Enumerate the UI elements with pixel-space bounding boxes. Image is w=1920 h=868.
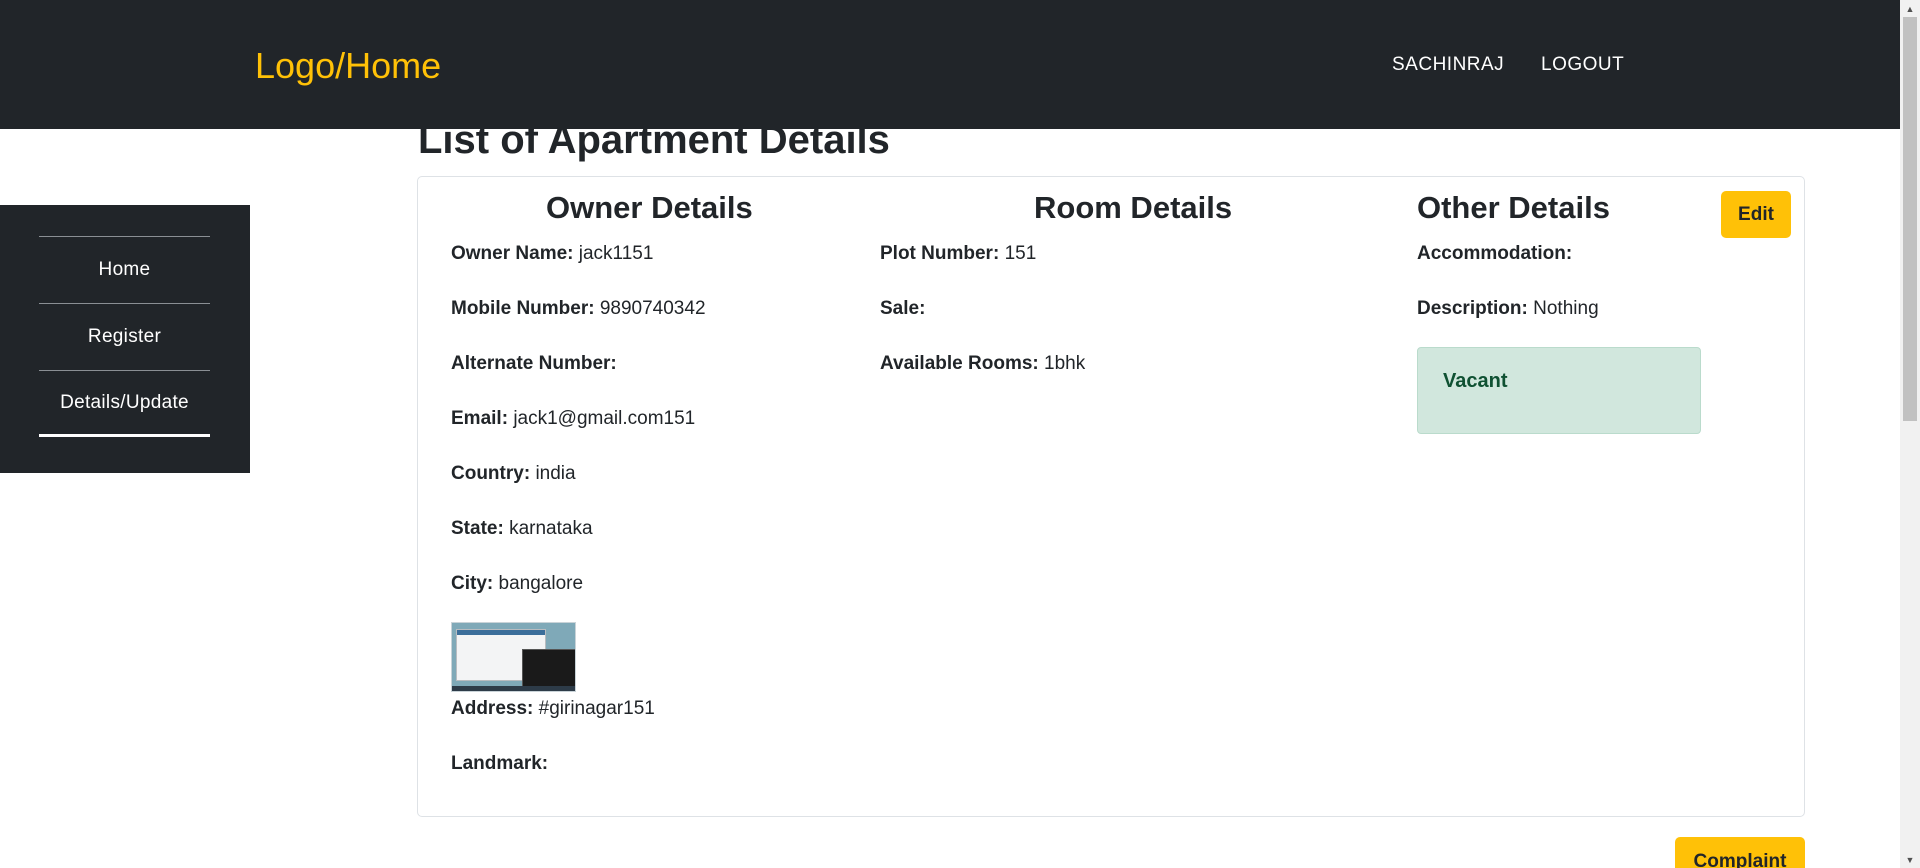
field-label: Landmark: [451, 753, 549, 774]
nav-logout-link[interactable]: LOGOUT [1541, 54, 1624, 76]
field-label: Country: [451, 463, 531, 484]
landmark-field: Landmark: [451, 753, 548, 775]
edit-button[interactable]: Edit [1721, 191, 1791, 238]
sidebar-item-details-update[interactable]: Details/Update [39, 370, 210, 437]
field-label: City: [451, 573, 494, 594]
mobile-number-field: Mobile Number: 9890740342 [451, 298, 706, 320]
field-label: Available Rooms: [880, 353, 1039, 374]
status-badge: Vacant [1443, 370, 1508, 392]
accommodation-field: Accommodation: [1417, 243, 1572, 265]
field-label: Description: [1417, 298, 1528, 319]
sidebar-item-home[interactable]: Home [39, 236, 210, 303]
other-details-heading: Other Details [1417, 190, 1610, 225]
apartment-image-thumbnail[interactable] [451, 622, 576, 692]
field-label: Address: [451, 698, 534, 719]
room-details-heading: Room Details [1034, 190, 1233, 225]
sidebar-item-label: Details/Update [60, 391, 189, 413]
available-rooms-field: Available Rooms: 1bhk [880, 353, 1085, 375]
nav-username-link[interactable]: SACHINRAJ [1392, 54, 1504, 76]
sidebar: Home Register Details/Update [0, 205, 250, 473]
field-label: Sale: [880, 298, 926, 319]
scroll-down-arrow-icon[interactable]: ▼ [1900, 851, 1920, 868]
status-alert: Vacant [1417, 347, 1701, 434]
field-value: 151 [1004, 243, 1037, 264]
description-field: Description: Nothing [1417, 298, 1599, 320]
field-label: State: [451, 518, 504, 539]
alternate-number-field: Alternate Number: [451, 353, 617, 375]
page-scrollbar[interactable]: ▲ ▼ [1900, 0, 1920, 868]
sidebar-item-label: Register [87, 326, 162, 347]
sale-field: Sale: [880, 298, 925, 320]
field-value: india [535, 463, 576, 484]
field-value: #girinagar151 [538, 698, 655, 719]
field-label: Accommodation: [1417, 243, 1573, 264]
field-value: 9890740342 [599, 298, 706, 319]
field-label: Mobile Number: [451, 298, 595, 319]
sidebar-item-register[interactable]: Register [39, 303, 210, 370]
apartment-details-card [417, 176, 1805, 817]
field-value: jack1151 [578, 243, 654, 264]
complaint-button[interactable]: Complaint [1675, 837, 1805, 868]
field-value: bangalore [498, 573, 584, 594]
scroll-up-arrow-icon[interactable]: ▲ [1900, 0, 1920, 17]
thumbnail-terminal-graphic [522, 649, 575, 689]
thumbnail-taskbar-graphic [452, 686, 575, 691]
field-value: 1bhk [1044, 353, 1086, 374]
address-field: Address: #girinagar151 [451, 698, 655, 720]
state-field: State: karnataka [451, 518, 593, 540]
field-label: Email: [451, 408, 509, 429]
scrollbar-thumb[interactable] [1903, 17, 1917, 421]
owner-name-field: Owner Name: jack1151 [451, 243, 653, 265]
city-field: City: bangalore [451, 573, 583, 595]
country-field: Country: india [451, 463, 576, 485]
top-navbar: Logo/Home SACHINRAJ LOGOUT [0, 0, 1900, 129]
field-value: jack1@gmail.com151 [513, 408, 696, 429]
field-label: Owner Name: [451, 243, 574, 264]
logo-home-link[interactable]: Logo/Home [255, 45, 441, 87]
sidebar-item-label: Home [98, 259, 151, 280]
owner-details-heading: Owner Details [546, 190, 753, 225]
email-field: Email: jack1@gmail.com151 [451, 408, 695, 430]
field-label: Alternate Number: [451, 353, 617, 374]
field-value: karnataka [509, 518, 593, 539]
field-label: Plot Number: [880, 243, 1000, 264]
plot-number-field: Plot Number: 151 [880, 243, 1036, 265]
field-value: Nothing [1533, 298, 1599, 319]
